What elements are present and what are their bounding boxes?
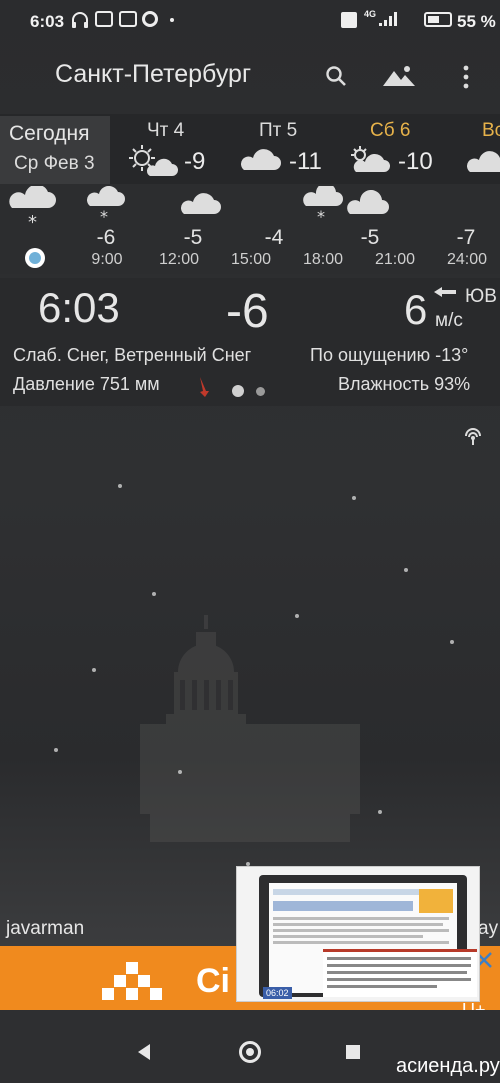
photo-attribution-right: ay xyxy=(478,918,499,939)
chrome-icon xyxy=(142,11,158,27)
hour-time: 21:00 xyxy=(374,251,416,268)
current-time: 6:03 xyxy=(38,284,120,331)
back-icon[interactable] xyxy=(136,1042,152,1067)
battery-fill xyxy=(428,16,439,23)
snow-cloud-icon: * xyxy=(86,185,128,227)
snowflake xyxy=(404,568,408,572)
city-title[interactable]: Санкт-Петербург xyxy=(55,60,251,89)
partly-cloudy-sun-icon xyxy=(128,144,178,183)
weather-condition: Слаб. Снег, Ветренный Снег xyxy=(13,345,252,365)
day-name: Чт 4 xyxy=(147,120,185,141)
current-temp: -6 xyxy=(226,285,269,338)
tab-today-date: Ср Фев 3 xyxy=(14,153,95,174)
status-bar: 6:03 4G 55 % xyxy=(0,0,500,40)
network-label: 4G xyxy=(364,9,377,19)
wind-unit: м/с xyxy=(435,310,463,331)
humidity: Влажность 93% xyxy=(338,374,471,394)
cloudy-icon xyxy=(346,189,392,223)
signal-icon xyxy=(378,11,404,32)
tab-today-label: Сегодня xyxy=(9,122,90,145)
ad-brand-text: Сі xyxy=(196,962,230,1000)
video-timestamp: 06:02 xyxy=(263,987,292,999)
dot-icon xyxy=(170,18,174,22)
snowflake xyxy=(118,484,122,488)
volte-icon xyxy=(341,12,357,28)
hour-temp: -6 xyxy=(96,226,116,249)
cathedral-silhouette xyxy=(120,612,380,847)
hour-temp: -5 xyxy=(360,226,380,249)
feels-like: По ощущению -13° xyxy=(310,345,469,365)
current-hour-marker xyxy=(25,248,45,268)
landscape-icon[interactable] xyxy=(382,64,416,93)
day-name: Сб 6 xyxy=(370,120,411,141)
cloudy-icon xyxy=(464,146,500,179)
message-icon xyxy=(95,11,113,27)
snow-cloud-icon: * xyxy=(302,182,346,227)
snowflake xyxy=(152,592,156,596)
snowflake xyxy=(295,614,299,618)
snowflake xyxy=(378,810,382,814)
snowflake xyxy=(352,496,356,500)
partly-cloudy-sun-icon xyxy=(348,144,392,179)
cloudy-icon xyxy=(238,144,282,177)
video-ad-thumbnail[interactable]: 06:02 xyxy=(236,866,480,1002)
cloudy-icon xyxy=(180,190,224,223)
tab-day-sat[interactable]: Сб 6 -10 xyxy=(344,116,449,184)
battery-percent: 55 % xyxy=(457,12,496,31)
radar-icon[interactable] xyxy=(462,426,484,451)
ad-logo-icon xyxy=(102,962,170,1007)
watermark: асиенда.ру xyxy=(396,1055,500,1077)
snowflake xyxy=(92,668,96,672)
snowflake xyxy=(450,640,454,644)
hour-time: 18:00 xyxy=(302,251,344,268)
wind-direction-icon xyxy=(432,286,458,309)
svg-text:*: * xyxy=(28,212,37,228)
hour-time: 24:00 xyxy=(446,251,488,268)
svg-text:*: * xyxy=(100,207,108,222)
headphones-icon xyxy=(70,10,90,35)
day-temp: -10 xyxy=(398,148,433,175)
snowflake xyxy=(54,748,58,752)
search-icon[interactable] xyxy=(324,64,348,93)
day-name: Пт 5 xyxy=(259,120,298,141)
snowflake xyxy=(178,770,182,774)
wind-speed: 6 xyxy=(404,286,428,333)
hour-time: 12:00 xyxy=(158,251,200,268)
day-name: Вс xyxy=(482,120,500,141)
notification-icon xyxy=(119,11,137,27)
tab-day-sun[interactable]: Вс xyxy=(460,116,500,184)
pressure-trend-arrow-icon xyxy=(196,375,212,404)
tab-day-fri[interactable]: Пт 5 -11 xyxy=(232,116,337,184)
hour-temp: -5 xyxy=(183,226,203,249)
day-temp: -11 xyxy=(289,148,322,175)
hour-time: 9:00 xyxy=(91,251,123,268)
more-options-icon[interactable] xyxy=(462,65,470,94)
photo-attribution: javarman xyxy=(6,918,85,939)
recents-icon[interactable] xyxy=(346,1045,360,1059)
hour-temp: -7 xyxy=(456,226,476,249)
home-icon[interactable] xyxy=(239,1041,261,1063)
pressure: Давление 751 мм xyxy=(13,374,160,394)
status-time: 6:03 xyxy=(30,12,65,31)
svg-text:*: * xyxy=(317,207,325,222)
day-temp: -9 xyxy=(184,148,206,175)
hour-time: 15:00 xyxy=(230,251,272,268)
tab-day-thu[interactable]: Чт 4 -9 xyxy=(120,116,225,184)
wind-direction: ЮВ xyxy=(465,286,497,307)
battery-icon xyxy=(424,12,452,27)
snow-cloud-icon: * xyxy=(8,184,58,233)
